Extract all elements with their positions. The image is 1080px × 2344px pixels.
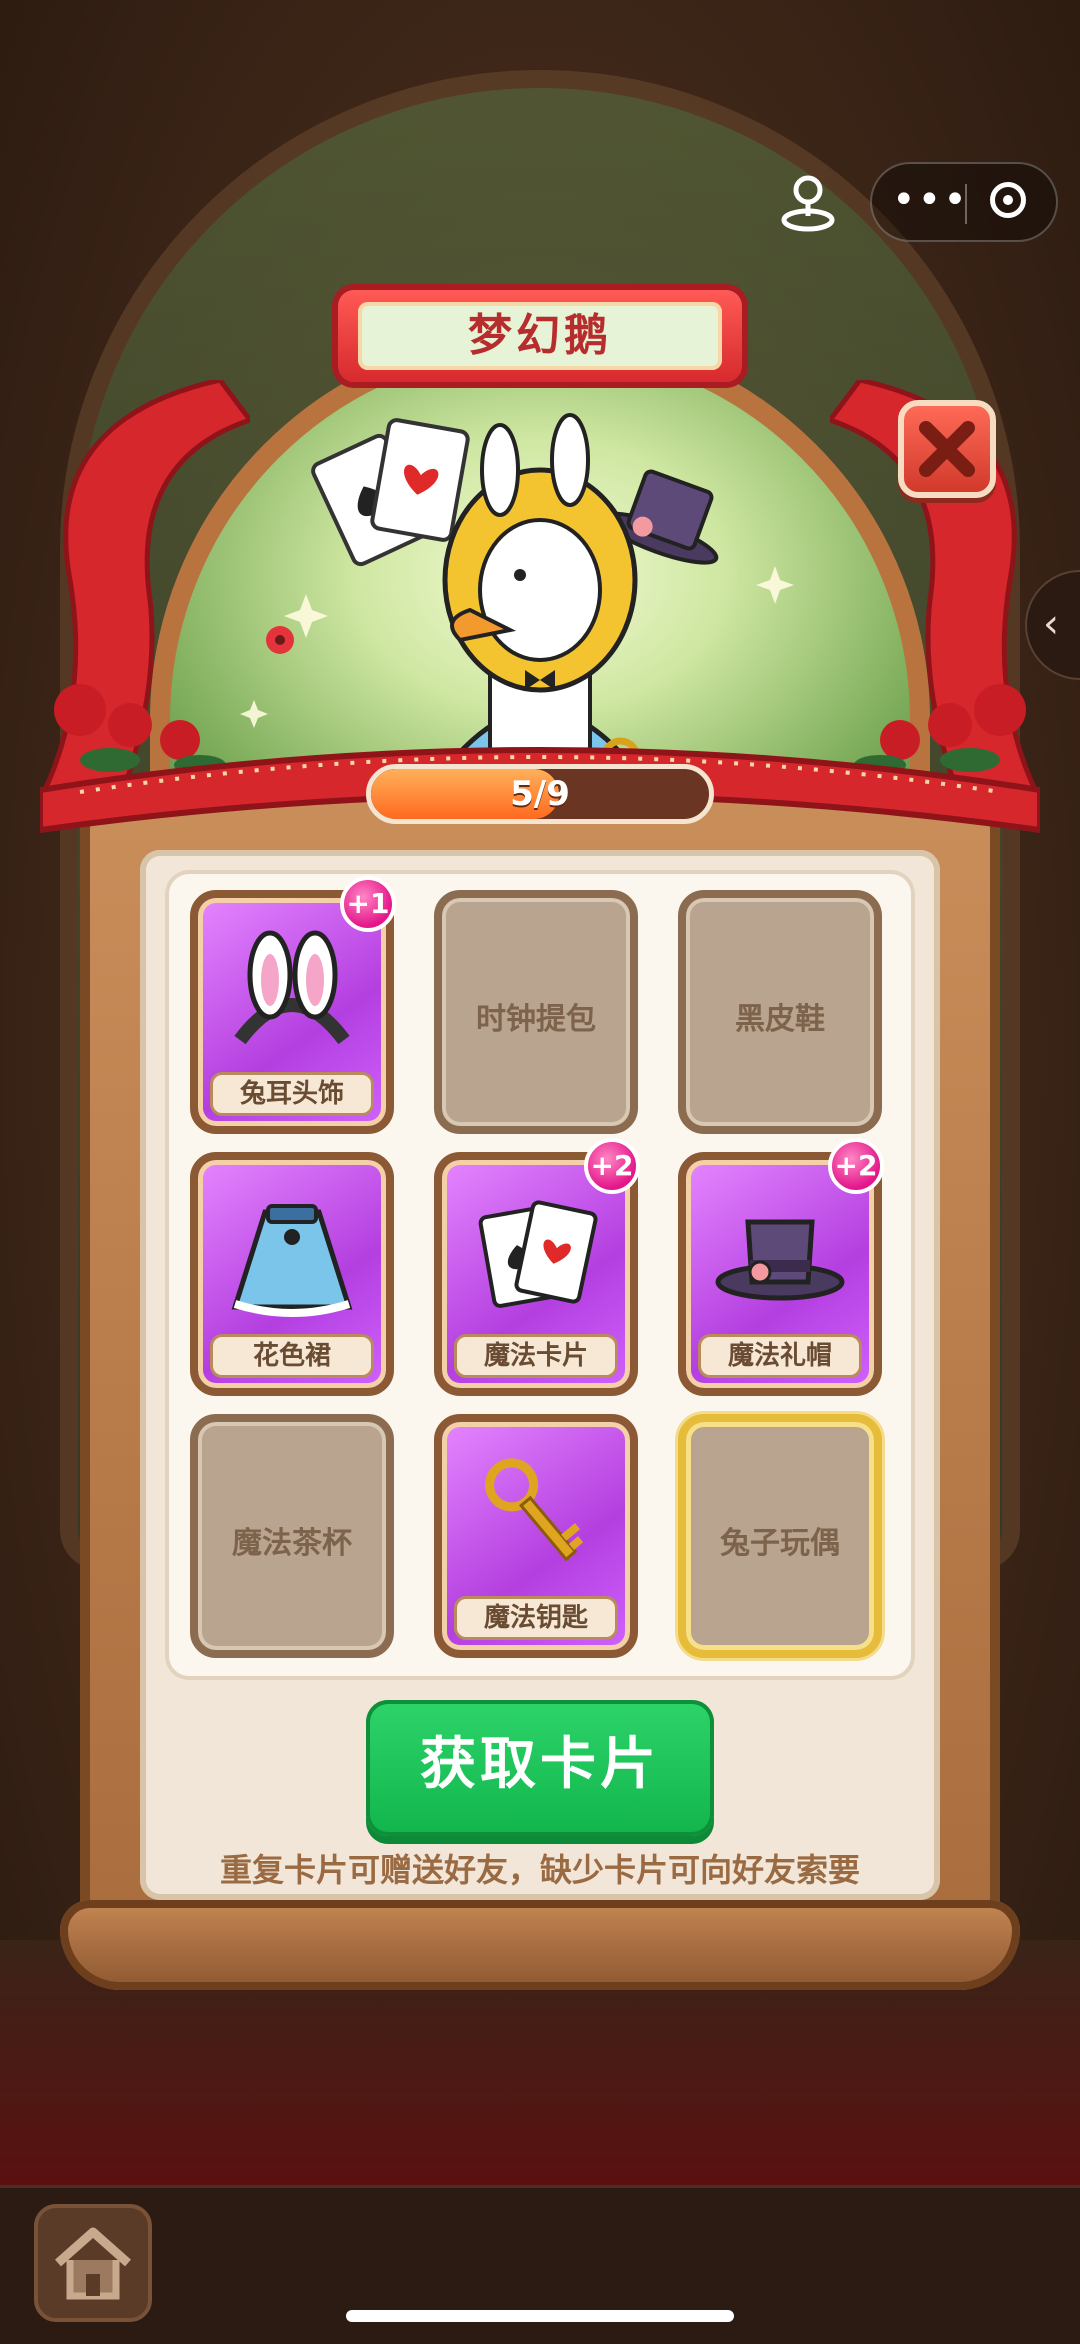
card-name: 魔法钥匙 <box>454 1596 618 1640</box>
card-slot-8[interactable]: 魔法钥匙 <box>434 1414 638 1658</box>
close-button[interactable] <box>898 400 996 498</box>
home-indicator <box>346 2310 734 2322</box>
title-banner: 梦幻鹅 <box>338 290 742 382</box>
progress-label: 5/9 <box>510 774 570 814</box>
floral-skirt-icon <box>231 1204 353 1317</box>
card-slot-5[interactable]: +2 魔法卡片 <box>434 1138 640 1396</box>
card-slot-1[interactable]: +1 兔耳头饰 <box>190 876 396 1134</box>
card-name: 魔法卡片 <box>454 1334 618 1378</box>
card-slot-4[interactable]: 花色裙 <box>190 1152 394 1396</box>
duplicate-count-badge: +1 <box>340 876 396 932</box>
frame-base <box>60 1900 1020 1990</box>
get-cards-button[interactable]: 获取卡片 <box>366 1700 714 1836</box>
card-name: 魔法礼帽 <box>698 1334 862 1378</box>
duplicate-count-badge: +2 <box>584 1138 640 1194</box>
card-slot-2[interactable]: 时钟提包 <box>434 890 638 1134</box>
close-mini-program-icon[interactable] <box>990 182 1026 218</box>
playing-cards-icon <box>478 1200 598 1308</box>
card-name: 兔耳头饰 <box>210 1072 374 1116</box>
bunny-ears-headband-icon <box>234 930 350 1045</box>
trade-hint-text: 重复卡片可赠送好友，缺少卡片可向好友索要 <box>219 1851 860 1889</box>
card-name: 黑皮鞋 <box>735 1002 825 1037</box>
home-icon <box>55 2227 131 2300</box>
card-slot-3[interactable]: 黑皮鞋 <box>678 890 882 1134</box>
page-title: 梦幻鹅 <box>358 302 722 370</box>
card-slot-6[interactable]: +2 魔法礼帽 <box>678 1138 884 1396</box>
card-name: 花色裙 <box>210 1334 374 1378</box>
card-name: 兔子玩偶 <box>720 1526 840 1561</box>
duplicate-count-badge: +2 <box>828 1138 884 1194</box>
home-button[interactable] <box>34 2204 152 2322</box>
chevron-left-icon: ‹ <box>1043 601 1059 647</box>
more-options-icon[interactable]: ••• <box>892 174 967 234</box>
top-hat-icon <box>715 1219 845 1301</box>
card-name: 魔法茶杯 <box>232 1526 352 1561</box>
golden-key-icon <box>485 1458 584 1562</box>
card-slot-9[interactable]: 兔子玩偶 <box>678 1414 882 1658</box>
collection-progress-bar: 5/9 <box>366 764 714 824</box>
share-icon[interactable] <box>775 170 841 236</box>
card-name: 时钟提包 <box>476 1002 596 1037</box>
card-slot-7[interactable]: 魔法茶杯 <box>190 1414 394 1658</box>
mini-program-capsule: ••• <box>870 162 1058 242</box>
capsule-divider <box>965 184 967 224</box>
close-icon <box>919 421 975 477</box>
